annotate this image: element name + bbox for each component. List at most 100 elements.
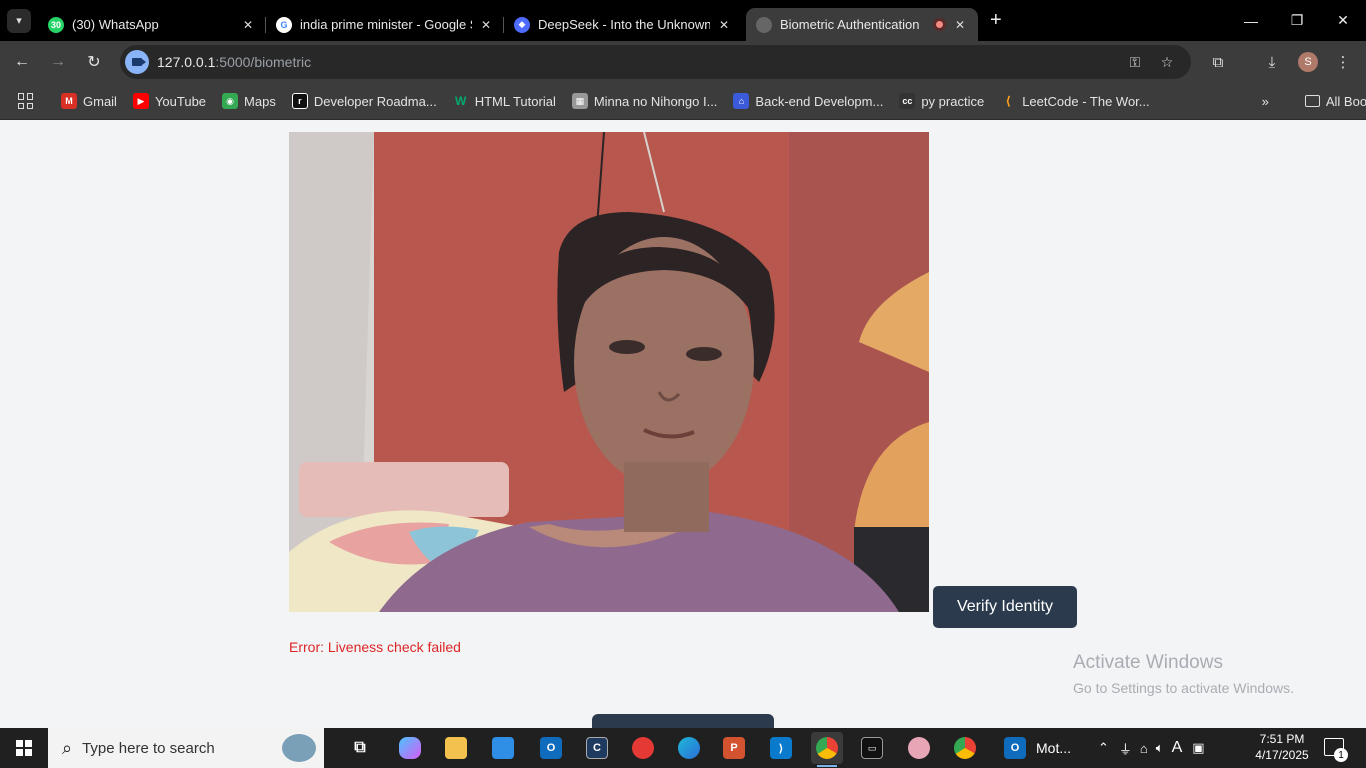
outlook-icon[interactable]: O [535,732,567,764]
clock-time: 7:51 PM [1259,732,1305,746]
address-bar[interactable]: 127.0.0.1:5000/biometric ⚿ ☆ [120,45,1191,79]
tab-title: (30) WhatsApp [72,17,159,32]
reload-icon[interactable]: ↻ [82,50,106,74]
bookmark-py-practice[interactable]: cc py practice [899,93,984,109]
forward-icon[interactable]: → [46,50,70,74]
tab-deepseek[interactable]: ◆ DeepSeek - Into the Unknown ✕ [504,8,742,41]
url-host: 127.0.0.1 [157,54,216,70]
webcam-video-feed [289,132,929,612]
deepseek-icon: ◆ [514,16,530,33]
bookmark-label: Gmail [83,93,117,109]
new-tab-icon[interactable]: + [990,9,1002,32]
volume-icon[interactable]: 🔈︎ [1156,740,1164,756]
terminal-app-icon[interactable]: C [581,732,613,764]
close-window-icon[interactable]: ✕ [1320,0,1366,41]
extensions-icon[interactable]: ⧉ [1206,50,1230,74]
bookmark-leetcode[interactable]: ⟨ LeetCode - The Wor... [1000,93,1149,109]
outlook-app-label: Mot... [1036,740,1072,756]
outlook-new-app[interactable]: O Mot... [1004,732,1084,764]
more-bookmarks-icon[interactable]: » [1262,94,1269,109]
vscode-icon[interactable]: ⟩ [765,732,797,764]
watermark-title: Activate Windows [1073,652,1223,673]
folder-icon [1304,95,1320,107]
tab-strip: ▾ 30 (30) WhatsApp ✕ G india prime minis… [0,0,1366,41]
watermark-subtitle: Go to Settings to activate Windows. [1073,680,1294,696]
tab-search-button[interactable]: ▾ [7,8,31,33]
download-icon[interactable]: ⤓ [1260,50,1284,74]
bookmark-roadmap[interactable]: r Developer Roadma... [291,93,437,109]
notification-count: 1 [1334,748,1348,762]
chrome-icon[interactable] [811,732,843,767]
chrome-profile-icon[interactable] [949,732,981,764]
command-prompt-icon[interactable]: ▭ [856,732,888,764]
start-button[interactable] [0,728,48,768]
recorder-icon[interactable] [627,732,659,764]
close-tab-icon[interactable]: ✕ [478,17,494,33]
tab-title: DeepSeek - Into the Unknown [538,17,710,32]
taskbar-search-box[interactable]: ⌕ Type here to search [48,728,324,768]
file-explorer-icon[interactable] [440,732,472,764]
recording-icon [933,18,946,31]
bookmark-star-icon[interactable]: ☆ [1158,53,1176,71]
bookmark-label: Back-end Developm... [755,93,884,109]
globe-icon [756,16,772,33]
bookmark-youtube[interactable]: ▶ YouTube [132,93,207,109]
bookmarks-bar: M Gmail ▶ YouTube ◉ Maps r Developer Roadma.… [0,83,1366,120]
search-highlight-icon [282,734,316,762]
bookmark-label: Maps [244,93,276,109]
tab-google[interactable]: G india prime minister - Google S ✕ [266,8,504,41]
tab-biometric[interactable]: Biometric Authentication ✕ [746,8,978,41]
partially-visible-button[interactable] [592,714,774,728]
menu-icon[interactable]: ⋮ [1331,50,1355,74]
usb-icon[interactable]: ⏚ [1119,739,1132,758]
leetcode-icon: ⟨ [1005,94,1011,108]
system-tray: ⌃ ⏚ ⌂ 🔈︎ A ▣ [1098,728,1205,768]
bookmark-label: Developer Roadma... [313,93,437,109]
copilot-icon[interactable] [394,732,426,764]
search-placeholder: Type here to search [82,739,215,757]
chevron-up-icon[interactable]: ⌃ [1098,740,1109,756]
bookmark-gmail[interactable]: M Gmail [61,93,117,109]
bookmark-label: All Bookmarks [1325,93,1366,109]
network-icon[interactable]: ⌂ [1140,741,1148,756]
microsoft-store-icon[interactable] [487,732,519,764]
windows-taskbar: ⌕ Type here to search ⧉ O C P ⟩ ▭ O Mot.… [0,728,1366,768]
close-tab-icon[interactable]: ✕ [240,17,256,33]
page-content: Verify Identity Error: Liveness check fa… [0,121,1366,728]
bookmark-label: HTML Tutorial [474,93,556,109]
password-key-icon[interactable]: ⚿ [1126,53,1144,71]
google-icon: G [276,16,292,33]
task-view-icon[interactable]: ⧉ [344,732,376,764]
camera-in-use-icon[interactable] [125,50,149,74]
tab-whatsapp[interactable]: 30 (30) WhatsApp ✕ [38,8,266,41]
close-tab-icon[interactable]: ✕ [952,17,968,33]
apps-grid-icon[interactable] [18,93,33,109]
maps-icon: ◉ [222,93,239,109]
profile-avatar[interactable]: S [1298,52,1318,72]
edge-icon[interactable] [673,732,705,764]
bookmark-html-tutorial[interactable]: W HTML Tutorial [453,93,556,109]
minimize-icon[interactable]: — [1228,0,1274,41]
clock-date: 4/17/2025 [1255,748,1309,762]
all-bookmarks[interactable]: All Bookmarks [1304,93,1366,109]
bookmark-label: LeetCode - The Wor... [1022,93,1150,109]
verify-identity-button[interactable]: Verify Identity [933,586,1077,628]
bookmark-minna[interactable]: ▦ Minna no Nihongo I... [571,93,717,109]
roadmap-icon: r [291,93,308,109]
clock[interactable]: 7:51 PM 4/17/2025 [1252,731,1312,763]
back-icon[interactable]: ← [10,50,34,74]
close-tab-icon[interactable]: ✕ [716,17,732,33]
ime-icon[interactable]: ▣ [1192,740,1204,756]
url-path: :5000/biometric [215,54,312,70]
bookmark-backend[interactable]: ⌂ Back-end Developm... [733,93,883,109]
w3schools-icon: W [455,94,467,108]
windows-logo-icon [16,740,32,756]
bookmark-label: YouTube [154,93,207,109]
restore-icon[interactable]: ❐ [1274,0,1320,41]
tab-title: india prime minister - Google S [300,17,472,32]
bookmark-maps[interactable]: ◉ Maps [222,93,276,109]
snipping-tool-icon[interactable] [903,732,935,764]
powerpoint-icon[interactable]: P [718,732,750,764]
input-language-icon[interactable]: A [1172,739,1183,757]
youtube-icon: ▶ [132,93,149,109]
